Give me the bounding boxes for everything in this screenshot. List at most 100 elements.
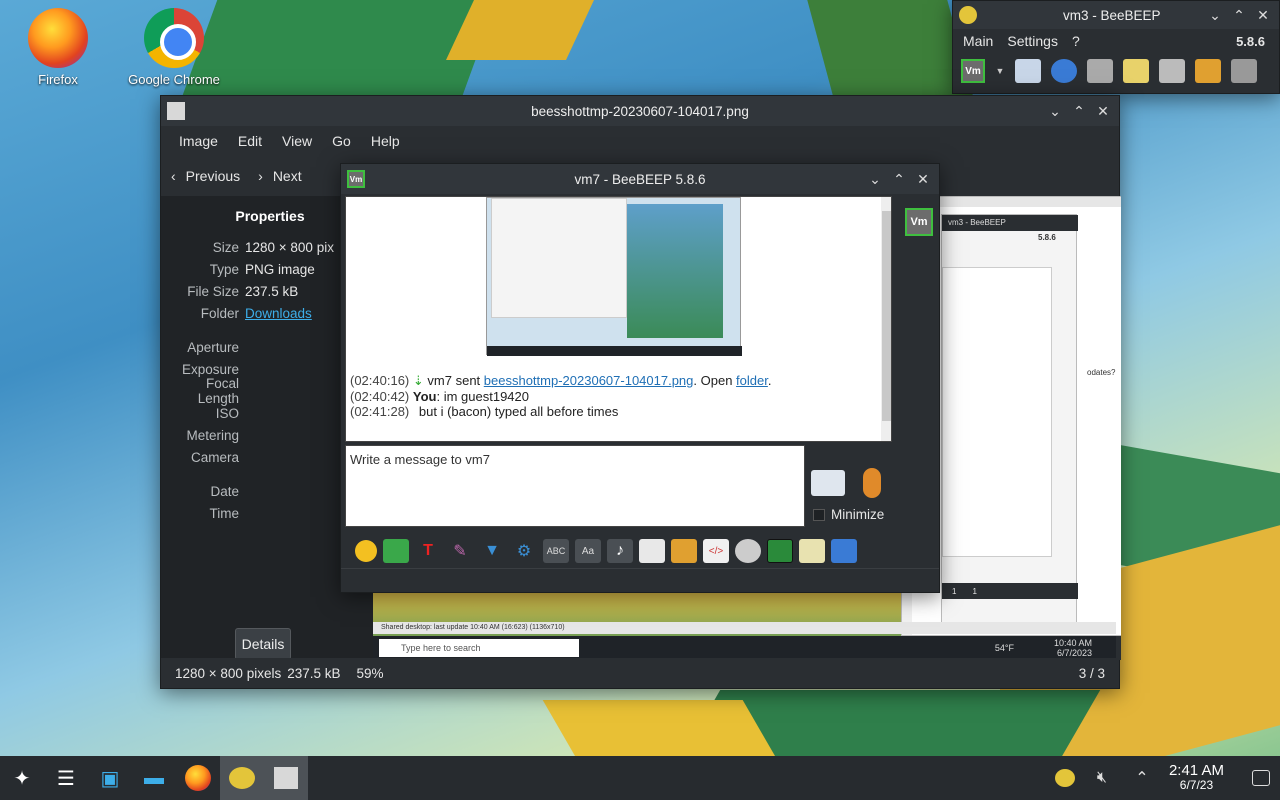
send-message-icon[interactable] — [811, 470, 845, 496]
broadcast-icon[interactable] — [1051, 59, 1077, 83]
application-launcher-icon[interactable]: ✦ — [0, 756, 44, 800]
minimize-option[interactable]: Minimize — [813, 507, 884, 522]
minimize-button[interactable]: ⌄ — [865, 169, 885, 189]
next-button[interactable]: › Next — [258, 168, 301, 184]
preview-version: 5.8.6 — [1038, 233, 1056, 242]
chat-history[interactable]: (02:40:16) ⇣ vm7 sent beesshottmp-202306… — [345, 196, 892, 442]
message-input[interactable]: Write a message to vm7 — [345, 445, 805, 527]
network-icon[interactable] — [1087, 59, 1113, 83]
plugins-icon[interactable] — [1159, 59, 1185, 83]
chat-message: (02:40:42) You: im guest19420 — [350, 389, 771, 405]
image-viewer-icon[interactable] — [264, 756, 308, 800]
code-icon[interactable]: </> — [703, 539, 729, 563]
menu-edit[interactable]: Edit — [228, 133, 272, 149]
chat-status-bar — [341, 568, 939, 592]
window-title: beesshottmp-20230607-104017.png — [531, 103, 749, 119]
share-desktop-icon[interactable] — [831, 539, 857, 563]
preview-taskbar: Type here to search 54°F 10:40 AM 6/7/20… — [371, 636, 1116, 660]
status-bar: 1280 × 800 pixels 237.5 kB 59% 3 / 3 — [161, 658, 1119, 688]
previous-button[interactable]: ‹ Previous — [171, 168, 240, 184]
music-note-icon[interactable]: ♪ — [607, 539, 633, 563]
trash-icon[interactable] — [1231, 59, 1257, 83]
zoom-level[interactable]: 59% — [357, 666, 384, 681]
show-desktop-icon[interactable] — [1252, 770, 1270, 786]
spellcheck-icon[interactable]: ABC — [543, 539, 569, 563]
desktop-icon-label: Google Chrome — [128, 72, 220, 87]
menu-settings[interactable]: Settings — [1007, 33, 1058, 49]
message-time: (02:40:16) — [350, 373, 410, 388]
status-dropdown-icon[interactable]: ▼ — [995, 59, 1005, 83]
property-key: Focal Length — [197, 376, 239, 406]
chevron-left-icon: ‹ — [171, 168, 176, 184]
microphone-icon[interactable] — [863, 468, 881, 498]
close-button[interactable]: ✕ — [913, 169, 933, 189]
menu-view[interactable]: View — [272, 133, 322, 149]
send-folder-icon[interactable] — [671, 539, 697, 563]
close-button[interactable]: ✕ — [1253, 5, 1273, 25]
preview-date: 6/7/2023 — [1056, 648, 1092, 658]
user-avatar[interactable]: Vm — [905, 208, 933, 236]
font-icon[interactable]: ✎ — [447, 539, 473, 563]
previous-label: Previous — [185, 168, 241, 184]
user-avatar[interactable]: Vm — [961, 59, 985, 83]
bee-icon — [959, 6, 977, 24]
toolbar: Vm ▼ — [953, 53, 1279, 89]
beebeep-icon[interactable] — [220, 756, 264, 800]
menu-image[interactable]: Image — [169, 133, 228, 149]
property-value: 237.5 kB — [245, 283, 299, 299]
desktop-icon-firefox[interactable]: Firefox — [10, 8, 106, 87]
preview-time: 10:40 AM — [1053, 638, 1092, 648]
menu-help[interactable]: Help — [361, 133, 410, 149]
close-button[interactable]: ✕ — [1093, 101, 1113, 121]
message-placeholder: Write a message to vm7 — [350, 452, 490, 467]
wallpaper-shape — [807, 0, 973, 95]
minimize-button[interactable]: ⌄ — [1205, 5, 1225, 25]
message-time: (02:40:42) — [350, 388, 410, 404]
maximize-button[interactable]: ⌃ — [889, 169, 909, 189]
emoticon-icon[interactable] — [355, 540, 377, 562]
email-icon[interactable] — [383, 539, 409, 563]
camera-icon[interactable] — [735, 539, 761, 563]
maximize-button[interactable]: ⌃ — [1069, 101, 1089, 121]
wallpaper-shape — [542, 700, 778, 760]
firefox-icon[interactable] — [176, 756, 220, 800]
clock[interactable]: 2:41 AM 6/7/23 — [1169, 763, 1224, 792]
screenshot-thumbnail[interactable] — [486, 197, 742, 356]
message-sender: You — [412, 388, 437, 404]
notes-icon[interactable] — [799, 539, 825, 563]
minimize-button[interactable]: ⌄ — [1045, 101, 1065, 121]
menu-go[interactable]: Go — [322, 133, 361, 149]
screenshot-icon[interactable] — [1015, 59, 1041, 83]
desktop-icon-chrome[interactable]: Google Chrome — [126, 8, 222, 87]
font-size-icon[interactable]: Aa — [575, 539, 601, 563]
beebeep-tray-icon[interactable] — [1054, 769, 1075, 787]
menu-help[interactable]: ? — [1072, 33, 1080, 49]
scrollbar-thumb[interactable] — [882, 211, 891, 421]
text-color-icon[interactable]: T — [415, 539, 441, 563]
maximize-button[interactable]: ⌃ — [1229, 5, 1249, 25]
title-bar: vm3 - BeeBEEP ⌄ ⌃ ✕ — [953, 1, 1279, 29]
share-icon[interactable] — [1195, 59, 1221, 83]
preview-updates-text: odates? — [1087, 368, 1116, 377]
settings-icon[interactable]: ⚙ — [511, 539, 537, 563]
minimize-label: Minimize — [831, 507, 885, 522]
property-value: PNG image — [245, 261, 315, 277]
menu-main[interactable]: Main — [963, 33, 993, 49]
file-manager-icon[interactable]: ▬ — [132, 756, 176, 800]
discover-store-icon[interactable]: ▣ — [88, 756, 132, 800]
screenshot-icon[interactable] — [767, 539, 793, 563]
window-title: vm7 - BeeBEEP 5.8.6 — [574, 171, 706, 187]
folder-link[interactable]: Downloads — [245, 306, 312, 321]
send-file-icon[interactable] — [639, 539, 665, 563]
folder-link[interactable]: folder — [736, 373, 768, 388]
edit-icon[interactable] — [1123, 59, 1149, 83]
image-size: 237.5 kB — [287, 665, 341, 681]
file-link[interactable]: beesshottmp-20230607-104017.png — [484, 373, 694, 388]
chevron-up-icon[interactable]: ⌃ — [1129, 766, 1155, 790]
system-settings-icon[interactable]: ☰ — [44, 756, 88, 800]
details-button[interactable]: Details — [235, 628, 291, 660]
chat-scrollbar[interactable] — [881, 197, 891, 441]
minimize-checkbox[interactable] — [813, 508, 825, 521]
volume-muted-icon[interactable]: 🔇︎ — [1089, 766, 1115, 790]
filter-icon[interactable]: ▼ — [479, 539, 505, 563]
